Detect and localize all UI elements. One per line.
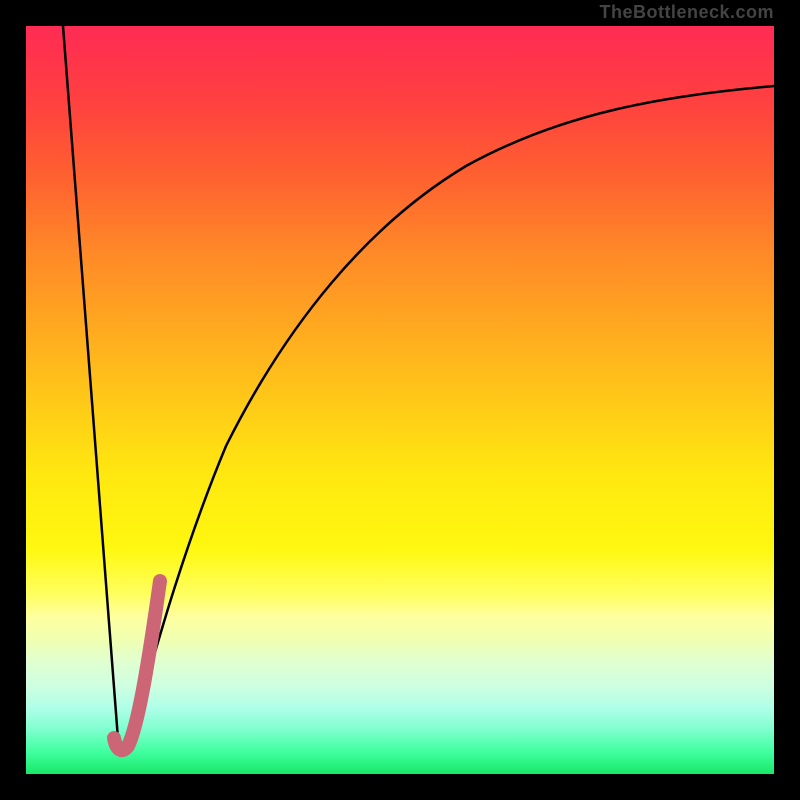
watermark: TheBottleneck.com	[599, 2, 774, 23]
bottleneck-curve-right	[119, 86, 774, 752]
highlight-segment	[114, 581, 160, 750]
chart-svg	[26, 26, 774, 774]
bottleneck-curve-left	[63, 26, 119, 752]
